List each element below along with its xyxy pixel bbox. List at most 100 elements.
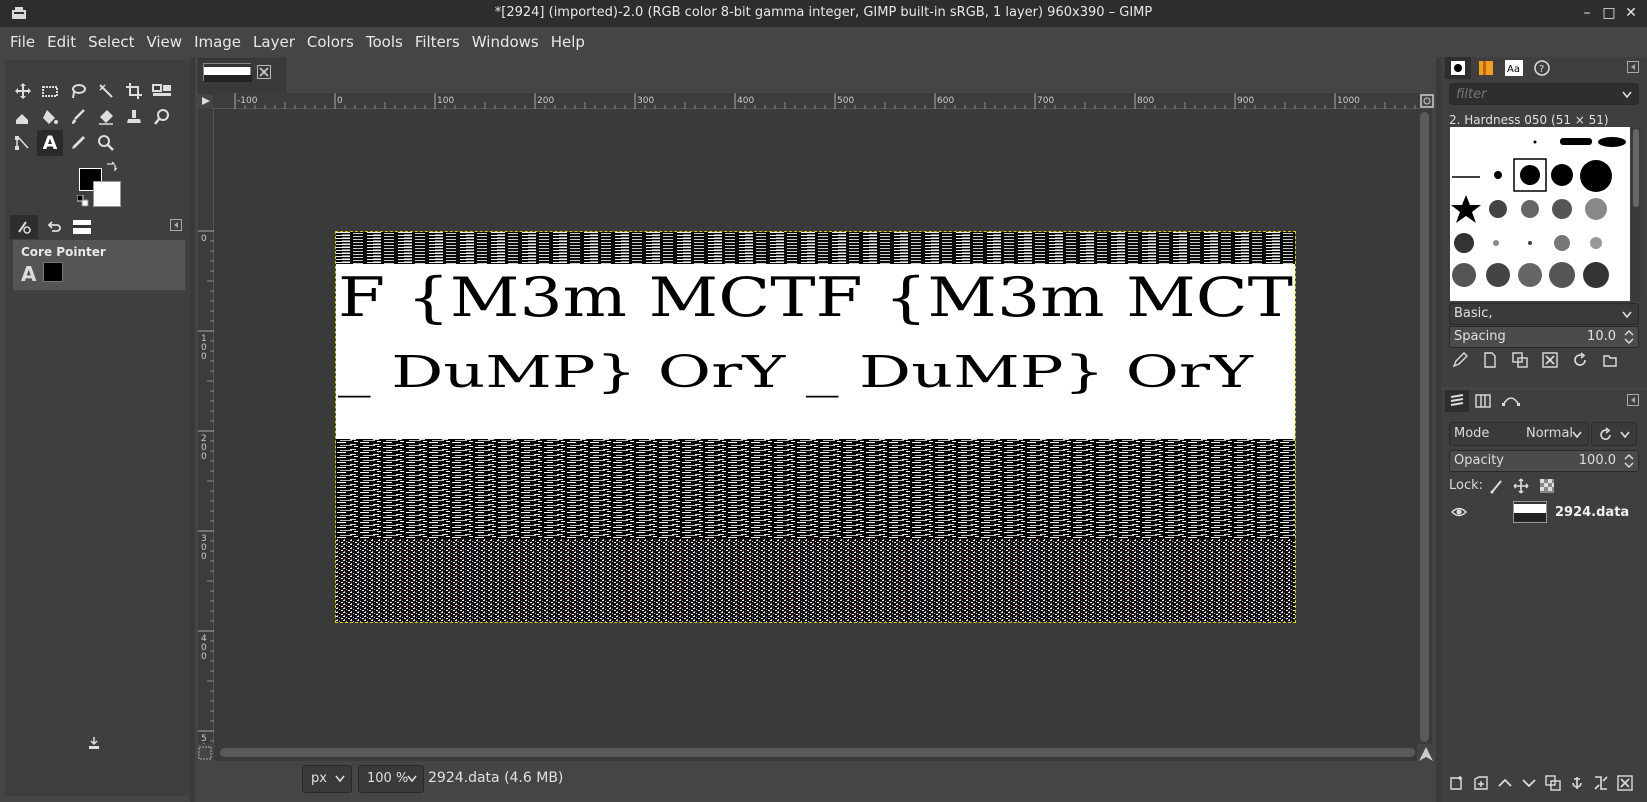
gimp-window: *[2924] (imported)-2.0 (RGB color 8-bit … xyxy=(0,0,1647,802)
layer-mode-select[interactable]: Mode Normal xyxy=(1449,422,1589,446)
brush-filter-input[interactable] xyxy=(1450,84,1615,104)
brush-preset-select[interactable]: Basic, xyxy=(1449,303,1639,325)
canvas-area[interactable]: F {M3m MCTF {M3m MCT _ DuMP} OrY _ DuMP}… xyxy=(214,109,1417,744)
menu-layer[interactable]: Layer xyxy=(247,27,301,57)
channels-tab-icon[interactable] xyxy=(1471,390,1495,412)
ruler-tick-label: 200 xyxy=(537,96,554,106)
minimize-button[interactable]: – xyxy=(1578,4,1596,22)
opacity-slider[interactable]: Opacity 100.0 xyxy=(1449,450,1639,472)
transform-icon[interactable] xyxy=(149,78,175,104)
help-tab-icon[interactable]: ? xyxy=(1529,57,1555,79)
menu-tools[interactable]: Tools xyxy=(360,27,409,57)
patterns-tab-icon[interactable] xyxy=(1473,57,1499,79)
edit-brush-icon[interactable] xyxy=(1445,349,1475,371)
quick-mask-toggle-icon[interactable] xyxy=(198,93,214,109)
spin-arrows-icon[interactable] xyxy=(1624,329,1634,345)
open-brush-as-image-icon[interactable] xyxy=(1595,349,1625,371)
close-image-tab-icon[interactable] xyxy=(257,65,271,79)
horizontal-scrollbar[interactable] xyxy=(214,744,1417,761)
color-picker-icon[interactable] xyxy=(65,130,91,156)
refresh-brushes-icon[interactable] xyxy=(1565,349,1595,371)
left-dock-separator[interactable] xyxy=(190,57,195,802)
lower-layer-icon[interactable] xyxy=(1517,772,1541,794)
undo-history-tab-icon[interactable] xyxy=(40,215,68,239)
move-tool-icon[interactable] xyxy=(10,78,36,104)
lasso-icon[interactable] xyxy=(65,78,91,104)
pointer-color-swatch xyxy=(43,262,63,282)
crop-icon[interactable] xyxy=(121,78,147,104)
menu-select[interactable]: Select xyxy=(82,27,140,57)
quick-mask-icon[interactable] xyxy=(198,746,212,760)
fill-drop-icon[interactable] xyxy=(37,104,63,130)
image-tab[interactable] xyxy=(198,58,286,94)
default-colors-icon[interactable] xyxy=(77,195,89,207)
brush-filter-field[interactable] xyxy=(1449,83,1639,105)
title-bar: *[2924] (imported)-2.0 (RGB color 8-bit … xyxy=(0,0,1647,27)
background-color-swatch[interactable] xyxy=(93,181,121,207)
menu-help[interactable]: Help xyxy=(545,27,591,57)
menu-view[interactable]: View xyxy=(140,27,188,57)
tool-options-tab-icon[interactable] xyxy=(10,215,38,239)
clone-icon[interactable] xyxy=(121,104,147,130)
vertical-scrollbar[interactable] xyxy=(1417,109,1432,744)
layer-row[interactable]: 2924.data xyxy=(1449,498,1641,528)
paths-icon[interactable] xyxy=(10,130,36,156)
configure-tab-icon[interactable] xyxy=(1627,394,1639,406)
spacing-slider[interactable]: Spacing 10.0 xyxy=(1449,326,1639,348)
merge-layer-icon[interactable] xyxy=(1589,772,1613,794)
raise-layer-icon[interactable] xyxy=(1493,772,1517,794)
maximize-button[interactable]: □ xyxy=(1600,4,1618,22)
paths-tab-icon[interactable] xyxy=(1499,390,1523,412)
unit-select[interactable]: px xyxy=(302,765,352,793)
menu-file[interactable]: File xyxy=(4,27,41,57)
fuzzy-select-icon[interactable] xyxy=(93,78,119,104)
brushes-tab-icon[interactable] xyxy=(1445,57,1471,79)
brushes-dock: Aa ? 2. Hardness 050 (51 × 51) xyxy=(1441,57,1647,387)
menu-filters[interactable]: Filters xyxy=(409,27,466,57)
brush-grid-scrollbar[interactable] xyxy=(1631,127,1641,301)
zoom-icon[interactable] xyxy=(93,130,119,156)
ruler-tick-label: 0 xyxy=(201,743,207,744)
lock-alpha-icon[interactable] xyxy=(1539,478,1555,494)
fonts-tab-icon[interactable]: Aa xyxy=(1501,57,1527,79)
menu-colors[interactable]: Colors xyxy=(301,27,360,57)
text-tool-icon[interactable]: A xyxy=(37,130,63,156)
swap-colors-icon[interactable] xyxy=(105,160,117,172)
save-tool-preset-icon[interactable] xyxy=(87,736,101,750)
new-brush-icon[interactable] xyxy=(1475,349,1505,371)
layer-name[interactable]: 2924.data xyxy=(1555,505,1629,520)
eye-icon[interactable] xyxy=(1451,505,1467,519)
duplicate-brush-icon[interactable] xyxy=(1505,349,1535,371)
smudge-icon[interactable] xyxy=(149,104,175,130)
unit-value: px xyxy=(311,771,327,786)
new-layer-icon[interactable] xyxy=(1469,772,1493,794)
close-button[interactable]: ✕ xyxy=(1622,4,1640,22)
horizontal-ruler-ticks: -100 0 100 200 300 400 500 600 700 800 900 1000 xyxy=(234,93,1426,109)
anchor-layer-icon[interactable] xyxy=(1565,772,1589,794)
eraser-icon[interactable] xyxy=(93,104,119,130)
navigate-icon[interactable] xyxy=(1418,746,1434,762)
reset-mode-button[interactable] xyxy=(1591,422,1637,446)
bucket-fill-icon[interactable] xyxy=(10,104,36,130)
images-tab-icon[interactable] xyxy=(68,215,96,239)
configure-tab-icon[interactable] xyxy=(170,219,184,233)
ruler-tick-label: 700 xyxy=(1037,96,1054,106)
menu-edit[interactable]: Edit xyxy=(41,27,82,57)
lock-position-icon[interactable] xyxy=(1513,478,1529,494)
zoom-to-fit-icon[interactable] xyxy=(1420,93,1434,109)
rect-select-icon[interactable] xyxy=(37,78,63,104)
layers-tab-icon[interactable] xyxy=(1445,390,1469,412)
duplicate-layer-icon[interactable] xyxy=(1541,772,1565,794)
lock-pixels-icon[interactable] xyxy=(1489,478,1505,494)
paintbrush-icon[interactable] xyxy=(65,104,91,130)
configure-tab-icon[interactable] xyxy=(1627,61,1639,73)
image-canvas[interactable]: F {M3m MCTF {M3m MCT _ DuMP} OrY _ DuMP}… xyxy=(335,231,1296,623)
menu-image[interactable]: Image xyxy=(188,27,247,57)
delete-brush-icon[interactable] xyxy=(1535,349,1565,371)
new-layer-group-icon[interactable] xyxy=(1445,772,1469,794)
zoom-select[interactable]: 100 % xyxy=(358,765,424,793)
menu-windows[interactable]: Windows xyxy=(466,27,545,57)
spin-arrows-icon[interactable] xyxy=(1624,453,1634,469)
delete-layer-icon[interactable] xyxy=(1613,772,1637,794)
brush-grid[interactable] xyxy=(1450,127,1630,301)
